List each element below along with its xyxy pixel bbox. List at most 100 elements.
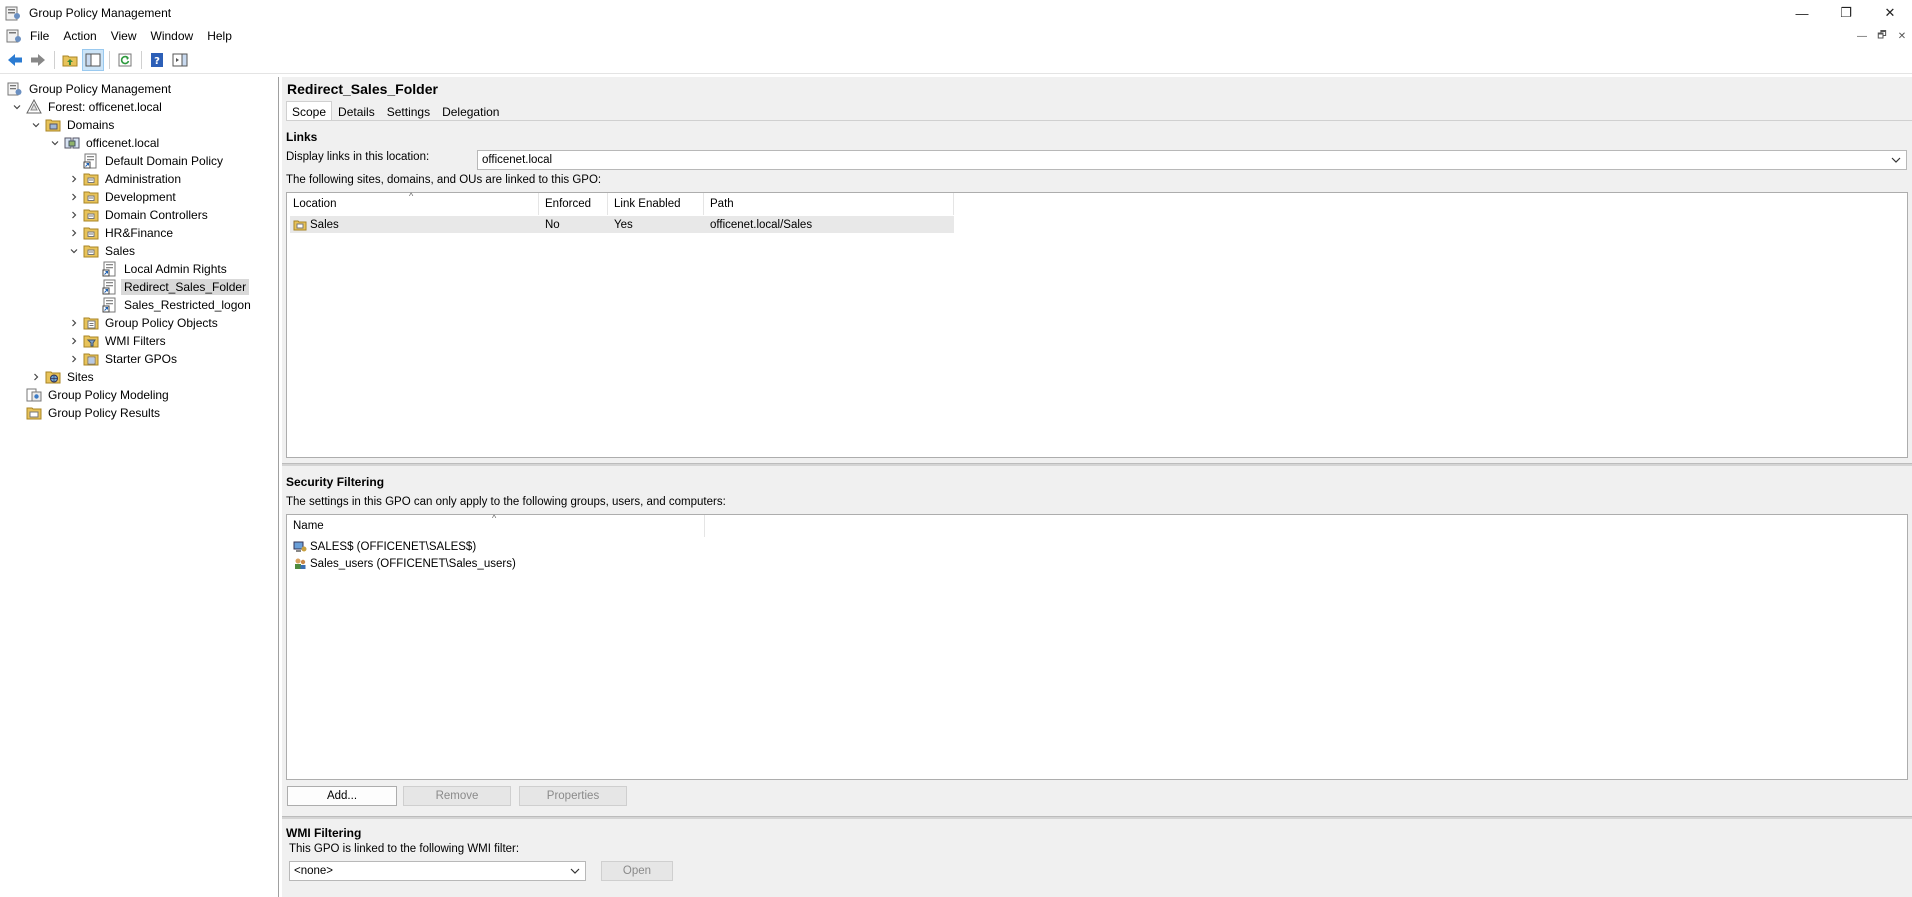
cell-path: officenet.local/Sales [710, 218, 813, 231]
tree-expander[interactable] [10, 100, 24, 114]
back-arrow-icon [8, 54, 22, 66]
forward-button[interactable] [27, 49, 49, 71]
tree-node[interactable]: Domains [29, 116, 117, 134]
close-button[interactable]: ✕ [1868, 0, 1912, 26]
table-row[interactable]: Sales No Yes officenet.local/Sales [290, 216, 954, 233]
menu-window[interactable]: Window [144, 29, 201, 43]
tab-details[interactable]: Details [332, 101, 381, 121]
cell-name-text: Sales_users (OFFICENET\Sales_users) [310, 557, 516, 570]
links-header: Location ^ Enforced Link Enabled Path [287, 191, 954, 215]
forward-arrow-icon [31, 54, 45, 66]
up-one-level-button[interactable] [59, 49, 81, 71]
tree-node[interactable]: Group Policy Results [10, 404, 163, 422]
tree-node[interactable]: Group Policy Management [5, 80, 174, 98]
chevron-right-icon [72, 319, 77, 327]
tree-node[interactable]: Development [67, 188, 179, 206]
open-wmi-filter-button[interactable]: Open [601, 861, 673, 881]
title-bar: Group Policy Management [0, 0, 1912, 26]
tree-node-label: Group Policy Objects [105, 316, 218, 330]
tree-node[interactable]: Local Admin Rights [86, 260, 230, 278]
back-button[interactable] [4, 49, 26, 71]
tree-expander[interactable] [67, 226, 81, 240]
wmi-filter-combo[interactable]: <none> [289, 861, 586, 881]
tree-node-label: Group Policy Modeling [48, 388, 169, 402]
tree-expander[interactable] [67, 244, 81, 258]
tree-node[interactable]: Sales_Restricted_logon [86, 296, 254, 314]
menu-help[interactable]: Help [200, 29, 239, 43]
mdi-close-button[interactable]: ✕ [1892, 31, 1912, 42]
tree-node[interactable]: Administration [67, 170, 184, 188]
column-link-enabled[interactable]: Link Enabled [608, 193, 704, 215]
sort-ascending-icon: ^ [409, 191, 414, 201]
tree-node-label: Sites [67, 370, 94, 384]
tree-node[interactable]: Domain Controllers [67, 206, 211, 224]
ou-folder-icon [83, 245, 99, 258]
tree-node[interactable]: HR&Finance [67, 224, 176, 242]
chevron-down-icon [1891, 157, 1901, 163]
tree-node[interactable]: Group Policy Objects [67, 314, 221, 332]
links-listview[interactable]: Location ^ Enforced Link Enabled Path Sa… [286, 191, 1908, 458]
modeling-icon [26, 388, 42, 402]
help-button[interactable]: ? [146, 49, 168, 71]
tree-node[interactable]: Forest: officenet.local [10, 98, 165, 116]
results-icon [26, 407, 42, 420]
mdi-restore-button[interactable]: 🗗 [1872, 28, 1892, 45]
tree-expander[interactable] [67, 172, 81, 186]
add-button[interactable]: Add... [287, 786, 397, 806]
column-location[interactable]: Location ^ [287, 191, 539, 215]
tree-expander[interactable] [67, 190, 81, 204]
tree-node[interactable]: Default Domain Policy [67, 152, 226, 170]
tree-node[interactable]: Group Policy Modeling [10, 386, 172, 404]
tree-node[interactable]: Starter GPOs [67, 350, 180, 368]
chevron-right-icon [72, 211, 77, 219]
column-path[interactable]: Path [704, 193, 954, 215]
tree-expander[interactable] [29, 370, 43, 384]
tree-expander[interactable] [29, 118, 43, 132]
display-links-location-combo[interactable]: officenet.local [477, 150, 1907, 170]
tree-node[interactable]: Sales [67, 242, 138, 260]
show-hide-console-tree-button[interactable] [82, 49, 104, 71]
tree-node-label: Redirect_Sales_Folder [121, 279, 250, 295]
links-security-splitter[interactable] [282, 463, 1912, 466]
restore-button[interactable]: ❐ [1824, 0, 1868, 26]
tab-settings[interactable]: Settings [381, 101, 436, 121]
tab-scope[interactable]: Scope [286, 101, 333, 121]
list-item[interactable]: Sales_users (OFFICENET\Sales_users) [290, 555, 708, 572]
security-wmi-splitter[interactable] [282, 816, 1912, 819]
tree-node-label: Administration [105, 172, 182, 186]
tree-expander[interactable] [67, 334, 81, 348]
scope-tab-body: Links Display links in this location: of… [282, 120, 1912, 897]
tree-node-label: Development [105, 190, 176, 204]
remove-button[interactable]: Remove [403, 786, 511, 806]
tree-node[interactable]: WMI Filters [67, 332, 169, 350]
gpo-link-icon [102, 279, 116, 295]
display-links-label: Display links in this location: [286, 151, 430, 163]
menu-file[interactable]: File [23, 29, 56, 43]
gpo-link-icon [102, 261, 116, 277]
show-hide-action-pane-button[interactable] [169, 49, 191, 71]
tree-expander[interactable] [67, 316, 81, 330]
mdi-minimize-button[interactable]: — [1852, 31, 1872, 42]
tree-node[interactable]: Sites [29, 368, 97, 386]
menu-action[interactable]: Action [56, 29, 103, 43]
tree-node-label: Starter GPOs [105, 352, 178, 366]
column-enforced[interactable]: Enforced [539, 193, 608, 215]
tab-delegation[interactable]: Delegation [436, 101, 505, 121]
tree-expander [67, 154, 81, 168]
tree-expander[interactable] [67, 208, 81, 222]
refresh-button[interactable] [114, 49, 136, 71]
properties-button[interactable]: Properties [519, 786, 627, 806]
tree-node[interactable]: officenet.local [48, 134, 162, 152]
tree-node[interactable]: Redirect_Sales_Folder [86, 278, 250, 296]
minimize-button[interactable]: — [1780, 0, 1824, 26]
help-icon: ? [151, 53, 163, 67]
tree-node-label: Default Domain Policy [105, 154, 224, 168]
list-item[interactable]: SALES$ (OFFICENET\SALES$) [290, 538, 708, 555]
column-name[interactable]: Name ^ [287, 513, 705, 537]
tree-node-label: Domain Controllers [105, 208, 208, 222]
mdi-system-icon[interactable] [5, 28, 23, 44]
menu-view[interactable]: View [104, 29, 144, 43]
tree-expander[interactable] [67, 352, 81, 366]
security-filtering-listview[interactable]: Name ^ SALES$ (OFFICENET\SALES$) Sales_u… [286, 513, 1908, 780]
tree-expander[interactable] [48, 136, 62, 150]
